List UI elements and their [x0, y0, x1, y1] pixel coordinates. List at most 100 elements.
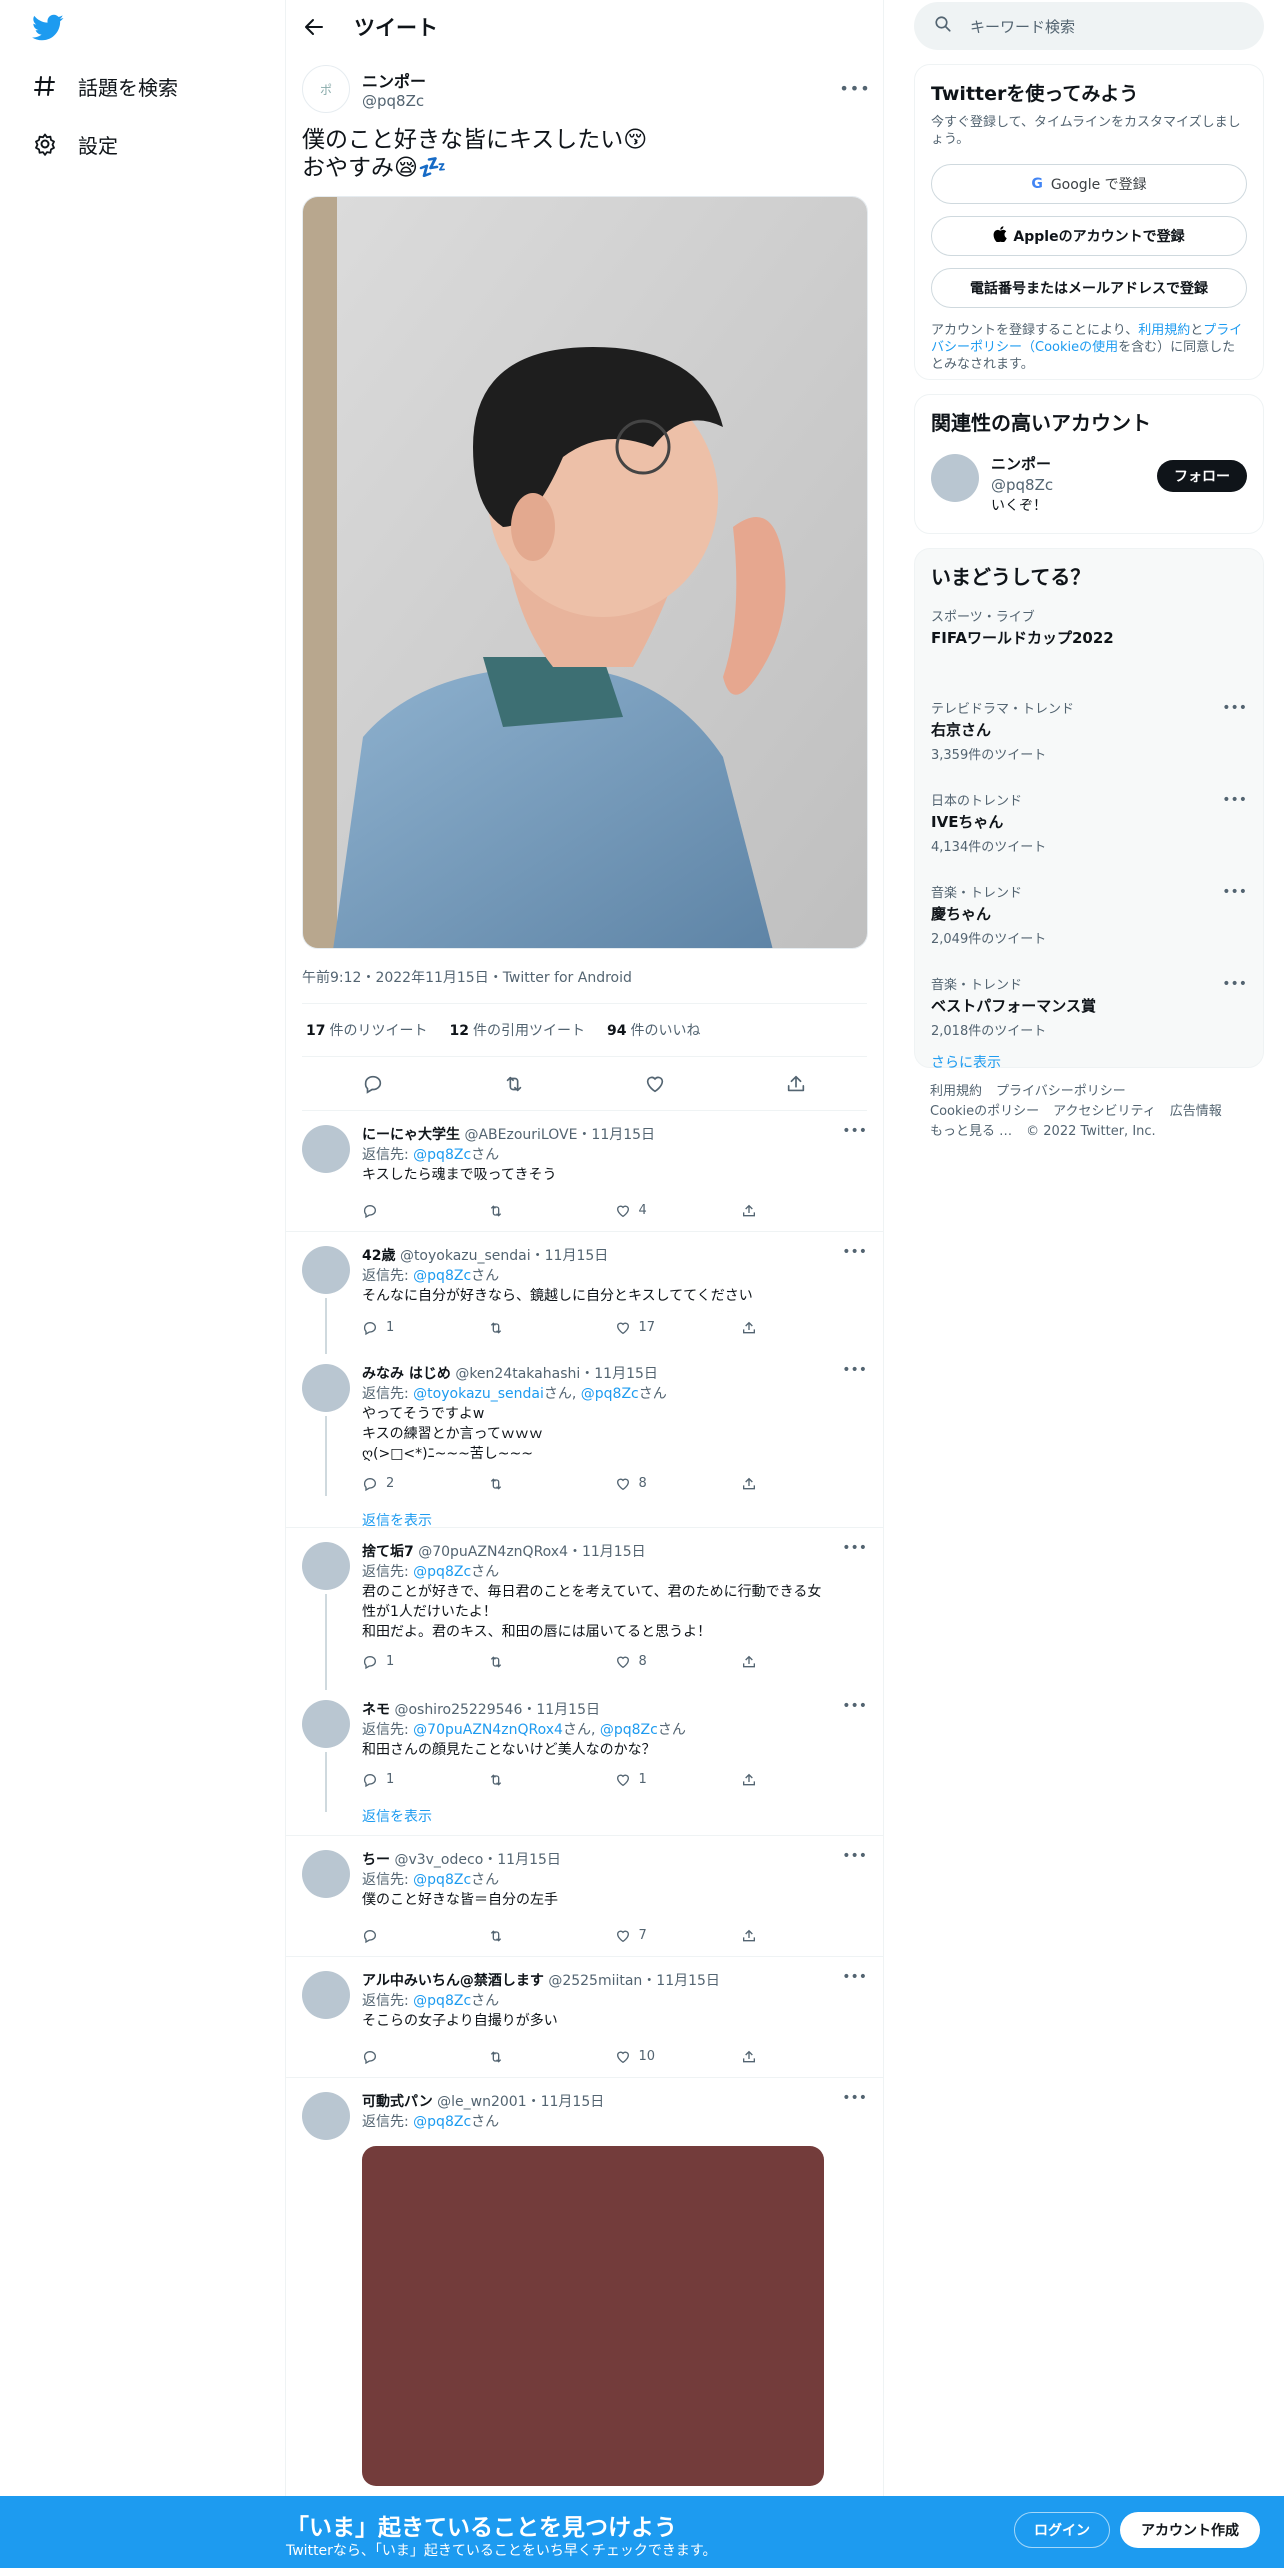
reply-action[interactable]: 1 — [362, 1318, 488, 1338]
trend-item[interactable]: ••• テレビドラマ・トレンド 右京さん 3,359件のツイート — [931, 698, 1247, 780]
reply-author-handle[interactable]: @v3v_odeco・11月15日 — [394, 1852, 560, 1868]
reply-avatar[interactable] — [302, 1246, 350, 1294]
share-action[interactable] — [741, 1320, 867, 1336]
related-handle[interactable]: @pq8Zc — [991, 475, 1053, 496]
like-action[interactable]: 10 — [615, 2047, 741, 2067]
retweet-action[interactable] — [488, 1320, 614, 1336]
reply-author-handle[interactable]: @70puAZN4znQRox4・11月15日 — [418, 1544, 645, 1560]
related-name[interactable]: ニンポー — [991, 454, 1053, 475]
author-avatar[interactable]: ポ — [302, 65, 350, 113]
author-handle[interactable]: @pq8Zc — [362, 92, 426, 110]
more-options-icon[interactable]: ••• — [1222, 700, 1247, 716]
trend-item[interactable]: スポーツ・ライブ FIFAワールドカップ2022 — [931, 606, 1247, 688]
share-action[interactable] — [741, 1203, 867, 1219]
reply-to-link[interactable]: @pq8Zc — [413, 1268, 471, 1284]
related-avatar[interactable] — [931, 454, 979, 502]
trend-item[interactable]: ••• 音楽・トレンド 慶ちゃん 2,049件のツイート — [931, 882, 1247, 964]
retweet-action[interactable] — [488, 1928, 614, 1944]
tweet-photo[interactable] — [302, 196, 868, 949]
retweets-stat[interactable]: 17 件のリツイート — [306, 1020, 427, 1040]
reply-author-handle[interactable]: @oshiro25229546・11月15日 — [394, 1702, 600, 1718]
reply-action[interactable] — [362, 2049, 488, 2065]
like-action[interactable]: 8 — [615, 1474, 741, 1494]
reply-action[interactable]: 1 — [362, 1770, 488, 1790]
phone-email-signup-button[interactable]: 電話番号またはメールアドレスで登録 — [931, 268, 1247, 308]
reply-author-name[interactable]: にーにゃ大学生 — [362, 1127, 460, 1143]
reply-author-handle[interactable]: @2525miitan・11月15日 — [548, 1973, 720, 1989]
reply-author-handle[interactable]: @ken24takahashi・11月15日 — [455, 1366, 658, 1382]
like-action[interactable]: 8 — [615, 1652, 741, 1672]
quotes-stat[interactable]: 12 件の引用ツイート — [449, 1020, 584, 1040]
reply-item[interactable]: ••• ちー @v3v_odeco・11月15日 返信先: @pq8Zcさん 僕… — [286, 1836, 883, 1957]
reply-item[interactable]: ••• にーにゃ大学生 @ABEzouriLOVE・11月15日 返信先: @p… — [286, 1111, 883, 1232]
nav-settings[interactable]: 設定 — [32, 124, 118, 164]
reply-item[interactable]: ••• ネモ @oshiro25229546・11月15日 返信先: @70pu… — [286, 1686, 883, 1836]
reply-author-handle[interactable]: @le_wn2001・11月15日 — [437, 2094, 604, 2110]
more-options-icon[interactable]: ••• — [842, 1244, 867, 1260]
retweet-action[interactable] — [488, 1476, 614, 1492]
footer-more-link[interactable]: もっと見る … — [930, 1124, 1012, 1139]
apple-signup-button[interactable]: Appleのアカウントで登録 — [931, 216, 1247, 256]
reply-to-link[interactable]: @toyokazu_sendai — [413, 1386, 544, 1402]
login-button[interactable]: ログイン — [1014, 2512, 1110, 2548]
reply-action[interactable] — [362, 1928, 488, 1944]
reply-to-link[interactable]: @pq8Zc — [413, 1564, 471, 1580]
trend-item[interactable]: ••• 日本のトレンド IVEちゃん 4,134件のツイート — [931, 790, 1247, 872]
reply-avatar[interactable] — [302, 2092, 350, 2140]
create-account-button[interactable]: アカウント作成 — [1120, 2512, 1260, 2548]
retweet-action[interactable] — [488, 2049, 614, 2065]
share-action[interactable] — [741, 1772, 867, 1788]
footer-accessibility-link[interactable]: アクセシビリティ — [1053, 1104, 1156, 1119]
reply-to-link[interactable]: @pq8Zc — [413, 1993, 471, 2009]
reply-author-name[interactable]: ネモ — [362, 1702, 390, 1718]
retweet-action[interactable] — [488, 1203, 614, 1219]
footer-privacy-link[interactable]: プライバシーポリシー — [996, 1084, 1126, 1099]
retweet-action[interactable] — [488, 1654, 614, 1670]
share-action[interactable] — [741, 1476, 867, 1492]
reply-to-link[interactable]: @pq8Zc — [413, 2114, 471, 2130]
more-options-icon[interactable]: ••• — [1222, 976, 1247, 992]
retweet-action[interactable] — [488, 1772, 614, 1788]
more-options-icon[interactable]: ••• — [842, 1698, 867, 1714]
like-action[interactable]: 1 — [615, 1770, 741, 1790]
reply-to-link-2[interactable]: @pq8Zc — [600, 1722, 658, 1738]
reply-item[interactable]: ••• 42歳 @toyokazu_sendai・11月15日 返信先: @pq… — [286, 1232, 883, 1354]
more-options-icon[interactable]: ••• — [839, 76, 869, 100]
nav-explore[interactable]: 話題を検索 — [32, 66, 178, 106]
more-options-icon[interactable]: ••• — [1222, 792, 1247, 808]
share-action[interactable] — [741, 1928, 867, 1944]
like-action[interactable]: 4 — [615, 1201, 741, 1221]
author-display-name[interactable]: ニンポー — [362, 68, 426, 92]
reply-author-name[interactable]: 42歳 — [362, 1248, 395, 1264]
search-input[interactable]: キーワード検索 — [970, 16, 1075, 37]
share-icon[interactable] — [781, 1069, 811, 1099]
reply-item[interactable]: ••• みなみ はじめ @ken24takahashi・11月15日 返信先: … — [286, 1350, 883, 1529]
reply-to-link-2[interactable]: @pq8Zc — [581, 1386, 639, 1402]
reply-avatar[interactable] — [302, 1850, 350, 1898]
reply-author-name[interactable]: ちー — [362, 1852, 390, 1868]
more-options-icon[interactable]: ••• — [842, 1969, 867, 1985]
search-box[interactable]: キーワード検索 — [914, 2, 1264, 50]
like-icon[interactable] — [640, 1069, 670, 1099]
twitter-logo-icon[interactable] — [32, 14, 64, 42]
reply-action[interactable]: 1 — [362, 1652, 488, 1672]
follow-button[interactable]: フォロー — [1157, 460, 1247, 492]
reply-to-link[interactable]: @pq8Zc — [413, 1872, 471, 1888]
more-options-icon[interactable]: ••• — [1222, 884, 1247, 900]
footer-ads-link[interactable]: 広告情報 — [1170, 1104, 1222, 1119]
reply-avatar[interactable] — [302, 1700, 350, 1748]
more-options-icon[interactable]: ••• — [842, 2090, 867, 2106]
tweet-timestamp[interactable]: 午前9:12・2022年11月15日・Twitter for Android — [302, 967, 867, 987]
more-options-icon[interactable]: ••• — [842, 1123, 867, 1139]
reply-item[interactable]: ••• 捨て垢7 @70puAZN4znQRox4・11月15日 返信先: @p… — [286, 1528, 883, 1690]
reply-author-name[interactable]: みなみ はじめ — [362, 1366, 451, 1382]
footer-cookie-link[interactable]: Cookieのポリシー — [930, 1104, 1039, 1119]
reply-action[interactable] — [362, 1203, 488, 1219]
back-arrow-icon[interactable] — [302, 15, 326, 39]
reply-avatar[interactable] — [302, 1364, 350, 1412]
share-action[interactable] — [741, 2049, 867, 2065]
more-options-icon[interactable]: ••• — [842, 1362, 867, 1378]
reply-to-link[interactable]: @pq8Zc — [413, 1147, 471, 1163]
reply-author-name[interactable]: アル中みいちん@禁酒します — [362, 1973, 544, 1989]
retweet-icon[interactable] — [499, 1069, 529, 1099]
